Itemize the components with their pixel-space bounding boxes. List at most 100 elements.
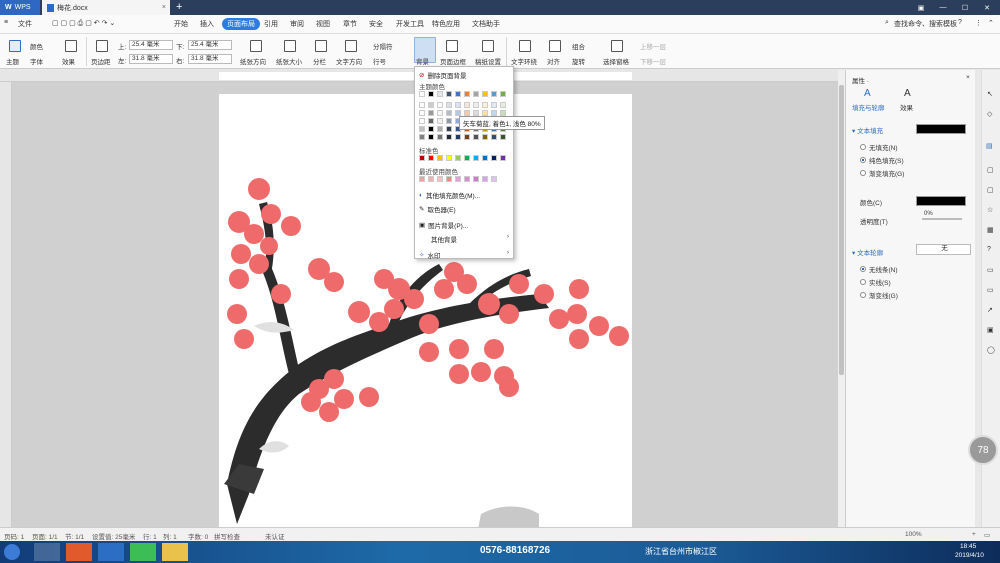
- comment-icon[interactable]: ▭: [987, 266, 994, 274]
- left-margin-input[interactable]: 31.8 毫米: [129, 54, 173, 64]
- text-fill-tab-icon[interactable]: A: [864, 88, 871, 99]
- fit-icon[interactable]: ▭: [984, 531, 990, 539]
- columns-icon[interactable]: [315, 40, 327, 52]
- spell-check-toggle[interactable]: 拼写检查: [214, 531, 240, 541]
- minimize-icon[interactable]: —: [932, 4, 954, 11]
- menu-insert[interactable]: 插入: [200, 19, 214, 29]
- no-fill-radio[interactable]: 无填充(N): [860, 142, 898, 152]
- taskbar-app-orange[interactable]: [66, 543, 92, 561]
- recent-color-swatch[interactable]: [482, 176, 488, 182]
- doc-icon[interactable]: ▢: [987, 186, 994, 194]
- page-border-icon[interactable]: [446, 40, 458, 52]
- selection-pane-button[interactable]: 选择窗格: [603, 56, 629, 66]
- window-mode-icon[interactable]: ▣: [910, 4, 932, 12]
- standard-color-swatch[interactable]: [455, 155, 461, 161]
- theme-color-swatch[interactable]: [419, 91, 425, 97]
- backup-icon[interactable]: ▭: [987, 286, 994, 294]
- theme-shade-swatch[interactable]: [446, 126, 452, 132]
- right-margin-input[interactable]: 31.8 毫米: [188, 54, 232, 64]
- theme-shade-swatch[interactable]: [446, 110, 452, 116]
- zoom-badge[interactable]: 78: [968, 435, 998, 465]
- no-line-radio[interactable]: 无线条(N): [860, 264, 898, 274]
- quick-access-icons[interactable]: ▢ ▢ ▢ ⎙ ▢ ↶ ↷ ⌄: [52, 19, 115, 28]
- tab-fill-outline[interactable]: 填充与轮廓: [852, 102, 885, 112]
- remove-bg-item[interactable]: ⊘ 删除页面背景: [419, 70, 466, 80]
- picture-bg-item[interactable]: ▣ 图片背景(P)...: [419, 220, 468, 230]
- help-icon[interactable]: ?: [958, 19, 962, 26]
- grid-icon[interactable]: ▦: [987, 226, 994, 234]
- panel-close-icon[interactable]: ×: [966, 74, 970, 81]
- send-backward-button[interactable]: 下移一层: [640, 56, 666, 66]
- chat-icon[interactable]: ◯: [987, 346, 995, 354]
- text-fill-color-swatch[interactable]: [916, 124, 966, 134]
- theme-shade-swatch[interactable]: [473, 134, 479, 140]
- paper-size-icon[interactable]: [284, 40, 296, 52]
- theme-shade-swatch[interactable]: [464, 134, 470, 140]
- theme-shade-swatch[interactable]: [428, 134, 434, 140]
- theme-shade-swatch[interactable]: [500, 134, 506, 140]
- text-wrap-button[interactable]: 文字环绕: [511, 56, 537, 66]
- paper-size-button[interactable]: 纸张大小: [276, 56, 302, 66]
- taskbar-wechat[interactable]: [130, 543, 156, 561]
- line-number-button[interactable]: 行号: [373, 56, 386, 66]
- bottom-margin-input[interactable]: 25.4 毫米: [188, 40, 232, 50]
- theme-color-swatch[interactable]: [428, 91, 434, 97]
- theme-shade-swatch[interactable]: [428, 126, 434, 132]
- watermark-item[interactable]: ✧ 水印: [419, 250, 440, 260]
- theme-color-swatch[interactable]: [491, 91, 497, 97]
- theme-shade-swatch[interactable]: [446, 118, 452, 124]
- text-direction-button[interactable]: 文字方向: [336, 56, 362, 66]
- draft-paper-button[interactable]: 稿纸设置: [475, 56, 501, 66]
- menu-reference[interactable]: 引用: [264, 19, 278, 29]
- theme-shade-swatch[interactable]: [455, 134, 461, 140]
- shape-icon[interactable]: ◇: [987, 110, 992, 118]
- text-fill-section[interactable]: ▾ 文本填充: [852, 125, 883, 135]
- theme-icon[interactable]: [9, 40, 21, 52]
- recent-color-swatch[interactable]: [464, 176, 470, 182]
- menu-view[interactable]: 视图: [316, 19, 330, 29]
- star-icon[interactable]: ☆: [987, 206, 993, 214]
- theme-shade-swatch[interactable]: [428, 102, 434, 108]
- theme-shade-swatch[interactable]: [482, 102, 488, 108]
- text-direction-icon[interactable]: [345, 40, 357, 52]
- standard-color-swatch[interactable]: [419, 155, 425, 161]
- theme-shade-swatch[interactable]: [419, 102, 425, 108]
- align-icon[interactable]: [549, 40, 561, 52]
- standard-color-swatch[interactable]: [473, 155, 479, 161]
- maximize-icon[interactable]: ☐: [954, 4, 976, 12]
- transparency-slider[interactable]: [922, 218, 962, 220]
- effects-icon[interactable]: [65, 40, 77, 52]
- theme-shade-swatch[interactable]: [437, 126, 443, 132]
- text-wrap-icon[interactable]: [519, 40, 531, 52]
- rotate-button[interactable]: 旋转: [572, 56, 585, 66]
- more-fill-item[interactable]: ◐ 其他填充颜色(M)...: [419, 190, 480, 201]
- standard-color-swatch[interactable]: [446, 155, 452, 161]
- pointer-icon[interactable]: ↖: [987, 90, 993, 98]
- theme-shade-swatch[interactable]: [419, 118, 425, 124]
- new-tab-button[interactable]: +: [176, 1, 182, 13]
- align-button[interactable]: 对齐: [547, 56, 560, 66]
- theme-shade-swatch[interactable]: [437, 134, 443, 140]
- background-button[interactable]: 背景: [416, 56, 429, 66]
- theme-shade-swatch[interactable]: [437, 110, 443, 116]
- text-outline-section[interactable]: ▾ 文本轮廓: [852, 247, 883, 257]
- menu-security[interactable]: 安全: [369, 19, 383, 29]
- properties-icon[interactable]: ▤: [986, 142, 993, 150]
- taskbar-wps[interactable]: [98, 543, 124, 561]
- theme-shade-swatch[interactable]: [491, 134, 497, 140]
- recent-color-swatch[interactable]: [419, 176, 425, 182]
- standard-color-swatch[interactable]: [482, 155, 488, 161]
- command-search[interactable]: 查找命令、搜索模板: [894, 19, 957, 29]
- standard-color-swatch[interactable]: [500, 155, 506, 161]
- theme-shade-swatch[interactable]: [473, 102, 479, 108]
- search-icon[interactable]: ⌕: [885, 19, 889, 27]
- theme-color-swatch[interactable]: [446, 91, 452, 97]
- gradient-fill-radio[interactable]: 渐变填充(G): [860, 168, 904, 178]
- separator-button[interactable]: 分隔符: [373, 41, 393, 51]
- theme-color-swatch[interactable]: [464, 91, 470, 97]
- outline-select[interactable]: 无: [916, 244, 971, 255]
- menu-page-layout[interactable]: 页面布局: [222, 18, 260, 30]
- effect-tab-icon[interactable]: A: [904, 88, 911, 99]
- other-bg-item[interactable]: 其他背景: [431, 234, 457, 244]
- start-button[interactable]: [4, 544, 20, 560]
